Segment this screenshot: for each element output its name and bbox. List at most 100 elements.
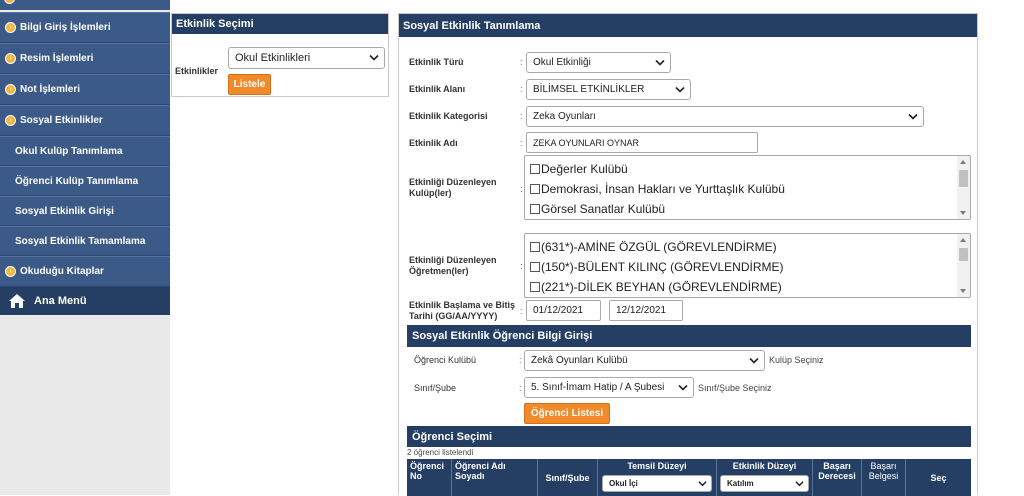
col-basari-belgesi[interactable]: Başarı Belgesi: [862, 459, 906, 496]
sidebar-item-label: Bilgi Giriş İşlemleri: [20, 22, 111, 33]
chevron-down-icon: [369, 54, 379, 61]
checkbox-option[interactable]: Demokrasi, İnsan Hakları ve Yurttaşlık K…: [525, 179, 970, 199]
ogrenci-bilgi-girisi-header: Sosyal Etkinlik Öğrenci Bilgi Girişi: [407, 325, 971, 347]
ogrenci-kulubu-select[interactable]: Zekâ Oyunları Kulübü: [524, 350, 765, 371]
duzenleyen-ogretmen-label: Etkinliği Düzenleyen Öğretmen(ler): [409, 255, 497, 276]
etkinlik-turu-value: Okul Etkinliği: [533, 57, 591, 68]
etkinlik-alani-label: Etkinlik Alanı: [409, 84, 466, 94]
colon: :: [520, 138, 523, 148]
checkbox[interactable]: [530, 184, 540, 194]
listele-button[interactable]: Listele: [228, 74, 271, 95]
sidebar-item-label: Not İşlemleri: [20, 84, 81, 95]
scrollbar[interactable]: [957, 156, 970, 219]
sidebar-item-label: Sosyal Etkinlik Tamamlama: [15, 235, 146, 247]
col-label: Başarı Belgesi: [868, 461, 899, 481]
checkbox[interactable]: [530, 262, 540, 272]
sosyal-etkinlik-tanimlama-panel: Sosyal Etkinlik Tanımlama Etkinlik Türü …: [398, 13, 978, 496]
checkbox-option[interactable]: (150*)-BÜLENT KILINÇ (GÖREVLENDİRME): [525, 257, 970, 277]
col-sec[interactable]: Seç: [906, 459, 971, 496]
sidebar-item[interactable]: Öğrenci Kulüp Tanımlama: [0, 166, 170, 196]
scroll-up-icon[interactable]: [960, 238, 966, 242]
checkbox[interactable]: [530, 282, 540, 292]
checkbox-label: Demokrasi, İnsan Hakları ve Yurttaşlık K…: [541, 182, 785, 196]
colon: :: [520, 84, 523, 94]
col-label: Başarı Derecesi: [818, 461, 856, 481]
ogrenci-kulubu-value: Zekâ Oyunları Kulübü: [531, 355, 628, 366]
sidebar-item[interactable]: › Not İşlemleri: [0, 74, 170, 105]
checkbox-option[interactable]: (631*)-AMİNE ÖZGÜL (GÖREVLENDİRME): [525, 237, 970, 257]
scroll-down-icon[interactable]: [960, 211, 966, 215]
ogrenci-table-header: Öğrenci No Öğrenci Adı Soyadı Sınıf/Şube…: [407, 459, 971, 496]
home-menu-button[interactable]: Ana Menü: [0, 287, 170, 315]
scroll-thumb[interactable]: [959, 170, 968, 187]
etkinlikler-select-value: Okul Etkinlikleri: [235, 52, 311, 64]
colon: :: [520, 57, 523, 67]
col-etkinlik-duzeyi: Etkinlik Düzeyi Katılım: [717, 459, 813, 496]
etkinlik-adi-input[interactable]: ZEKA OYUNLARI OYNAR: [526, 132, 758, 153]
checkbox[interactable]: [530, 242, 540, 252]
sidebar-item[interactable]: › Okuduğu Kitaplar: [0, 256, 170, 287]
sidebar-item-label: Okuduğu Kitaplar: [20, 266, 104, 277]
scrollbar[interactable]: [957, 234, 970, 297]
etkinlikler-label: Etkinlikler: [175, 66, 219, 76]
sidebar-item[interactable]: › Resim İşlemleri: [0, 43, 170, 74]
sube-seciniz-hint: Sınıf/Şube Seçiniz: [698, 383, 772, 393]
etkinlik-turu-label: Etkinlik Türü: [409, 57, 464, 67]
etkinlikler-select[interactable]: Okul Etkinlikleri: [228, 47, 385, 69]
col-label: Öğrenci Adı Soyadı: [455, 461, 506, 481]
col-sinif-sube[interactable]: Sınıf/Şube: [538, 459, 598, 496]
etkinlik-duzeyi-select[interactable]: Katılım: [720, 475, 809, 492]
sidebar-item[interactable]: › Sosyal Etkinlikler: [0, 105, 170, 136]
sinif-sube-select[interactable]: 5. Sınıf-İmam Hatip / A Şubesi: [524, 377, 694, 398]
scroll-thumb[interactable]: [959, 248, 968, 261]
chevron-down-icon: [795, 481, 804, 487]
colon: :: [520, 111, 523, 121]
checkbox-option[interactable]: Değerler Kulübü: [525, 159, 970, 179]
sidebar: › Bilgi Giriş İşlemleri › Resim İşlemleri › N…: [0, 0, 170, 495]
checkbox-option[interactable]: (221*)-DİLEK BEYHAN (GÖREVLENDİRME): [525, 277, 970, 297]
chevron-down-icon: [749, 357, 759, 364]
etkinlik-alani-select[interactable]: BİLİMSEL ETKİNLİKLER: [526, 79, 691, 100]
etkinlik-kategorisi-label: Etkinlik Kategorisi: [409, 111, 488, 121]
checkbox[interactable]: [530, 164, 540, 174]
sidebar-item[interactable]: › Bilgi Giriş İşlemleri: [0, 12, 170, 43]
etkinlik-secimi-panel: Etkinlik Seçimi Etkinlikler Okul Etkinli…: [171, 13, 389, 97]
etkinlik-duzeyi-value: Katılım: [727, 478, 754, 488]
baslama-tarihi-input[interactable]: 01/12/2021: [526, 300, 601, 321]
checkbox-label: (221*)-DİLEK BEYHAN (GÖREVLENDİRME): [541, 280, 782, 294]
checkbox[interactable]: [530, 204, 540, 214]
checkbox-label: Görsel Sanatlar Kulübü: [541, 202, 666, 216]
col-basari-derecesi[interactable]: Başarı Derecesi: [813, 459, 862, 496]
sidebar-item[interactable]: Sosyal Etkinlik Tamamlama: [0, 226, 170, 256]
checkbox-label: (631*)-AMİNE ÖZGÜL (GÖREVLENDİRME): [541, 240, 777, 254]
home-icon: [9, 294, 25, 308]
ogrenci-sayisi-text: 2 öğrenci listelendi: [407, 448, 474, 457]
duzenleyen-kulup-label: Etkinliği Düzenleyen Kulüp(ler): [409, 177, 497, 198]
col-label: Sınıf/Şube: [545, 472, 590, 483]
col-ogrenci-no[interactable]: Öğrenci No: [407, 459, 452, 496]
checkbox-option[interactable]: Görsel Sanatlar Kulübü: [525, 199, 970, 219]
scroll-up-icon[interactable]: [960, 160, 966, 164]
col-ogrenci-adi[interactable]: Öğrenci Adı Soyadı: [452, 459, 538, 496]
arrow-bullet-icon: ›: [5, 115, 16, 126]
temsil-duzeyi-select[interactable]: Okul İçi: [602, 475, 712, 492]
sinif-sube-value: 5. Sınıf-İmam Hatip / A Şubesi: [531, 382, 665, 393]
sidebar-top-item[interactable]: [0, 0, 170, 12]
ogrenci-listesi-button[interactable]: Öğrenci Listesi: [524, 403, 610, 424]
colon: :: [519, 355, 522, 365]
panel-title: Sosyal Etkinlik Tanımlama: [399, 14, 977, 37]
etkinlik-kategorisi-select[interactable]: Zeka Oyunları: [526, 106, 924, 127]
kulup-seciniz-hint: Kulüp Seçiniz: [769, 355, 824, 365]
scroll-down-icon[interactable]: [960, 289, 966, 293]
sidebar-item-label: Sosyal Etkinlik Girişi: [15, 205, 114, 217]
chevron-down-icon: [655, 59, 665, 66]
bitis-tarihi-input[interactable]: 12/12/2021: [609, 300, 683, 321]
sidebar-item[interactable]: Sosyal Etkinlik Girişi: [0, 196, 170, 226]
ogretmen-listbox[interactable]: (631*)-AMİNE ÖZGÜL (GÖREVLENDİRME) (150*)…: [524, 233, 971, 298]
kulup-listbox[interactable]: Değerler Kulübü Demokrasi, İnsan Hakları …: [524, 155, 971, 220]
ogrenci-kulubu-label: Öğrenci Kulübü: [414, 355, 477, 365]
home-menu-label: Ana Menü: [34, 295, 87, 307]
etkinlik-turu-select[interactable]: Okul Etkinliği: [526, 52, 671, 73]
colon: :: [520, 306, 523, 316]
sidebar-item[interactable]: Okul Kulüp Tanımlama: [0, 136, 170, 166]
